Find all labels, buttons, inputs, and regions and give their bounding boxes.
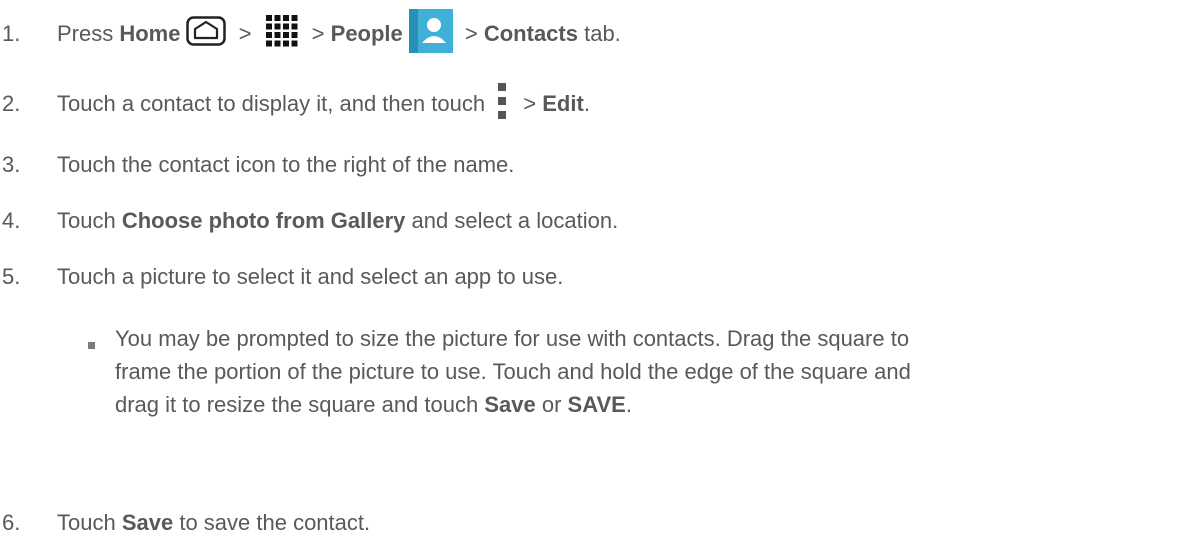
people-label: People — [330, 21, 403, 46]
apps-grid-icon — [264, 13, 300, 55]
step-text: Touch Save to save the contact. — [57, 510, 370, 536]
step-number: 1. — [2, 21, 21, 46]
separator: > — [517, 91, 543, 116]
save-label: Save — [484, 392, 536, 417]
step-text: Touch the contact icon to the right of t… — [57, 152, 515, 177]
people-app-icon — [408, 9, 453, 59]
step-text-part: tab. — [577, 21, 621, 46]
separator: > — [458, 21, 484, 46]
step-text-part: Press — [57, 21, 120, 46]
step-text-part: and select a location. — [405, 208, 619, 233]
step-number: 2. — [2, 91, 21, 116]
note-text-part: . — [625, 392, 632, 417]
note-line: You may be prompted to size the picture … — [115, 326, 910, 351]
step-text-part: Touch a contact to display it, and then … — [57, 91, 492, 116]
bullet-marker — [88, 342, 95, 349]
step-text-part: . — [583, 91, 590, 116]
edit-label: Edit — [542, 91, 584, 116]
save-caps-label: SAVE — [567, 392, 626, 417]
home-button-icon — [186, 16, 227, 52]
home-label: Home — [119, 21, 181, 46]
note-line: frame the portion of the picture to use.… — [115, 359, 911, 384]
step-text-part: Touch — [57, 208, 122, 233]
step-number: 5. — [2, 264, 21, 289]
step-text: Touch a picture to select it and select … — [57, 264, 564, 289]
separator: > — [305, 21, 331, 46]
note-text-part: drag it to resize the square and touch — [115, 392, 485, 417]
separator: > — [232, 21, 258, 46]
contacts-label: Contacts — [483, 21, 578, 46]
step-text-part: Touch — [57, 510, 122, 535]
note-line: drag it to resize the square and touch S… — [115, 388, 1187, 421]
step-text: Touch a contact to display it, and then … — [57, 81, 590, 127]
step-number: 6. — [2, 510, 21, 535]
bullet-note: You may be prompted to size the picture … — [115, 322, 1187, 421]
save-label: Save — [121, 510, 174, 535]
step-text-part: to save the contact. — [173, 510, 371, 535]
step-text: Press Home > > People > Contacts tab. — [57, 9, 621, 59]
menu-overflow-icon — [497, 81, 507, 127]
choose-photo-label: Choose photo from Gallery — [121, 208, 406, 233]
note-text-part: or — [535, 392, 568, 417]
step-text: Touch Choose photo from Gallery and sele… — [57, 208, 618, 234]
step-number: 3. — [2, 152, 21, 177]
step-number: 4. — [2, 208, 21, 233]
